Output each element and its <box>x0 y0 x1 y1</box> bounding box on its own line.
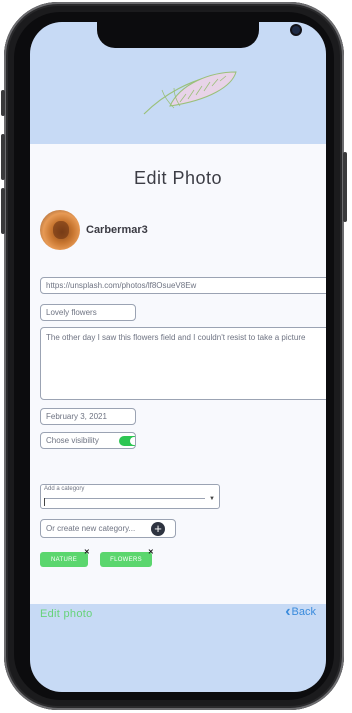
volume-up-button <box>1 134 5 180</box>
chevron-left-icon: ‹ <box>285 603 291 620</box>
date-input[interactable]: February 3, 2021 <box>40 408 136 425</box>
description-value: The other day I saw this flowers field a… <box>46 333 306 342</box>
new-category-placeholder: Or create new category... <box>46 524 136 533</box>
back-label: Back <box>291 606 316 618</box>
category-select-label: Add a category <box>44 486 85 492</box>
visibility-control[interactable]: Chose visibility <box>40 432 136 449</box>
text-caret <box>44 498 45 506</box>
volume-down-button <box>1 188 5 234</box>
category-select[interactable]: Add a category ▼ <box>40 484 220 509</box>
notch <box>97 22 300 48</box>
plus-circle-icon[interactable]: + <box>151 522 165 536</box>
back-button[interactable]: ‹ Back <box>285 603 316 620</box>
photo-title-value: Lovely flowers <box>46 308 97 317</box>
edit-photo-button[interactable]: Edit photo <box>40 608 93 620</box>
username: Carbermar3 <box>86 224 148 236</box>
visibility-label: Chose visibility <box>46 436 99 445</box>
tag-flowers-label: FLOWERS <box>110 556 142 563</box>
power-button <box>343 152 347 222</box>
page-title: Edit Photo <box>133 168 223 188</box>
date-value: February 3, 2021 <box>46 412 107 421</box>
app-screen: Edit Photo Carbermar3 https://unsplash.c… <box>30 22 326 692</box>
avatar <box>40 210 80 250</box>
tag-flowers: FLOWERS ✕ <box>100 549 154 567</box>
new-category-input[interactable]: Or create new category... + <box>40 519 176 538</box>
category-select-underline <box>44 498 205 499</box>
photo-url-input[interactable]: https://unsplash.com/photos/lf8OsueV8Ew <box>40 277 326 294</box>
visibility-toggle[interactable] <box>119 436 135 446</box>
close-icon[interactable]: ✕ <box>84 548 90 556</box>
mute-button <box>1 90 5 116</box>
camera-icon <box>292 26 300 34</box>
edit-photo-form: Edit Photo Carbermar3 https://unsplash.c… <box>30 144 326 620</box>
photo-title-input[interactable]: Lovely flowers <box>40 304 136 321</box>
feather-icon <box>143 71 237 115</box>
description-textarea[interactable]: The other day I saw this flowers field a… <box>40 327 326 400</box>
tag-nature: NATURE ✕ <box>40 549 90 567</box>
tag-nature-label: NATURE <box>50 556 78 563</box>
dropdown-arrow-icon[interactable]: ▼ <box>209 496 215 502</box>
photo-url-value: https://unsplash.com/photos/lf8OsueV8Ew <box>46 281 197 290</box>
close-icon[interactable]: ✕ <box>148 548 154 556</box>
